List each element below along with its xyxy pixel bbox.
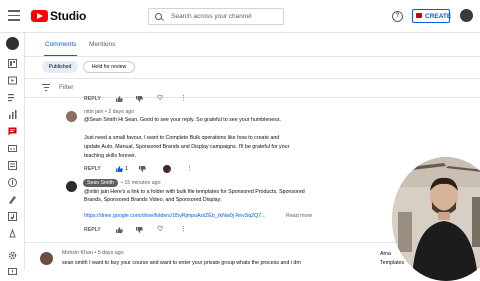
comment-text-line: @Sean Smith Hi Sean, Good to see your re… [84, 117, 281, 123]
playlists-icon[interactable] [8, 93, 17, 102]
earn-icon[interactable] [8, 178, 17, 187]
comments-icon[interactable] [8, 127, 17, 136]
reply-button[interactable]: REPLY [84, 227, 101, 233]
dislike-icon[interactable] [136, 227, 143, 233]
comment-text-line: @nitin jain Here's a link to a folder wi… [84, 189, 305, 195]
youtube-logo-icon[interactable] [31, 10, 48, 22]
filter-input[interactable]: Filter [59, 84, 73, 91]
reply-button[interactable]: REPLY [84, 96, 101, 102]
reply-button[interactable]: REPLY [84, 166, 101, 172]
comment-author[interactable]: Mohsin Khan [62, 250, 93, 256]
help-icon[interactable]: ? [392, 11, 403, 22]
heart-icon: ♥ [168, 168, 171, 174]
avatar[interactable] [66, 111, 77, 122]
like-icon[interactable] [116, 166, 123, 172]
comment-time[interactable]: 2 days ago [108, 109, 134, 115]
feedback-icon[interactable] [8, 268, 17, 277]
dislike-icon[interactable] [139, 166, 146, 172]
top-bar: Studio Search across your channel ? CREA… [0, 0, 480, 33]
comment-author-and-time: Mohsin Khan • 5 days ago [62, 250, 124, 256]
comment-link[interactable]: https://drive.google.com/drive/folders/1… [84, 213, 266, 219]
create-label: CREATE [425, 13, 452, 20]
copyright-icon[interactable] [8, 161, 17, 170]
comment-time[interactable]: 5 days ago [98, 250, 124, 256]
tab-mentions[interactable]: Mentions [89, 41, 115, 48]
owner-badge[interactable]: Sean Smith [83, 179, 118, 187]
customization-icon[interactable] [8, 195, 17, 204]
search-placeholder: Search across your channel [171, 13, 252, 20]
comment-text-line: sean smith I want to buy your course and… [62, 260, 301, 266]
heart-icon[interactable]: ♡ [157, 94, 163, 102]
filter-bar[interactable]: Filter [24, 78, 480, 98]
like-icon[interactable] [116, 96, 123, 102]
avatar[interactable] [66, 181, 77, 192]
more-actions-icon[interactable]: ⋮ [186, 164, 193, 172]
sidebar [0, 33, 25, 275]
channel-avatar[interactable] [6, 37, 19, 50]
subtitles-icon[interactable] [8, 144, 17, 153]
content-icon[interactable] [8, 76, 17, 85]
app-name: Studio [50, 9, 87, 23]
tab-comments[interactable]: Comments [43, 41, 78, 57]
video-camera-icon [416, 13, 422, 18]
more-actions-icon[interactable]: ⋮ [180, 94, 187, 102]
avatar[interactable] [40, 252, 53, 265]
like-count: 1 [125, 166, 128, 172]
dashboard-icon[interactable] [8, 59, 17, 68]
filter-icon [42, 84, 50, 93]
comment-time-text[interactable]: 15 minutes ago [124, 180, 160, 186]
analytics-icon[interactable] [8, 110, 17, 119]
like-icon[interactable] [116, 227, 123, 233]
search-icon [155, 13, 162, 20]
comment-text-line: Just need a small favour, I want to Comp… [84, 135, 280, 141]
video-title-partial: Ama [380, 251, 391, 257]
menu-icon[interactable] [8, 10, 20, 24]
more-actions-icon[interactable]: ⋮ [180, 225, 187, 233]
tabs: Comments Mentions [24, 33, 480, 57]
comment-time: • 15 minutes ago [121, 180, 161, 186]
published-chip[interactable]: Published [42, 61, 78, 73]
dislike-icon[interactable] [136, 96, 143, 102]
comment-text-line: Brands, Sponsored Brands Video, and Spon… [84, 197, 222, 203]
held-for-review-chip[interactable]: Held for review [83, 61, 135, 73]
comment-text-line: teaching skills forever. [84, 153, 137, 159]
search-input[interactable]: Search across your channel [148, 8, 284, 25]
presenter-video [392, 157, 480, 281]
comment-text-line: update Auto, Manual, Sponsored Brands an… [84, 144, 290, 150]
comment-author[interactable]: nitin jain [84, 109, 103, 115]
comment-author-and-time: nitin jain • 2 days ago [84, 109, 135, 115]
heart-icon[interactable]: ♡ [157, 225, 163, 233]
webcam-overlay [392, 157, 480, 281]
customization-icon[interactable] [8, 229, 17, 238]
account-avatar[interactable] [460, 9, 473, 22]
settings-icon[interactable] [8, 251, 17, 260]
create-button[interactable]: CREATE [412, 9, 452, 23]
audio-library-icon[interactable] [8, 212, 17, 221]
divider [24, 56, 480, 57]
read-more-link[interactable]: Read more [286, 213, 312, 219]
